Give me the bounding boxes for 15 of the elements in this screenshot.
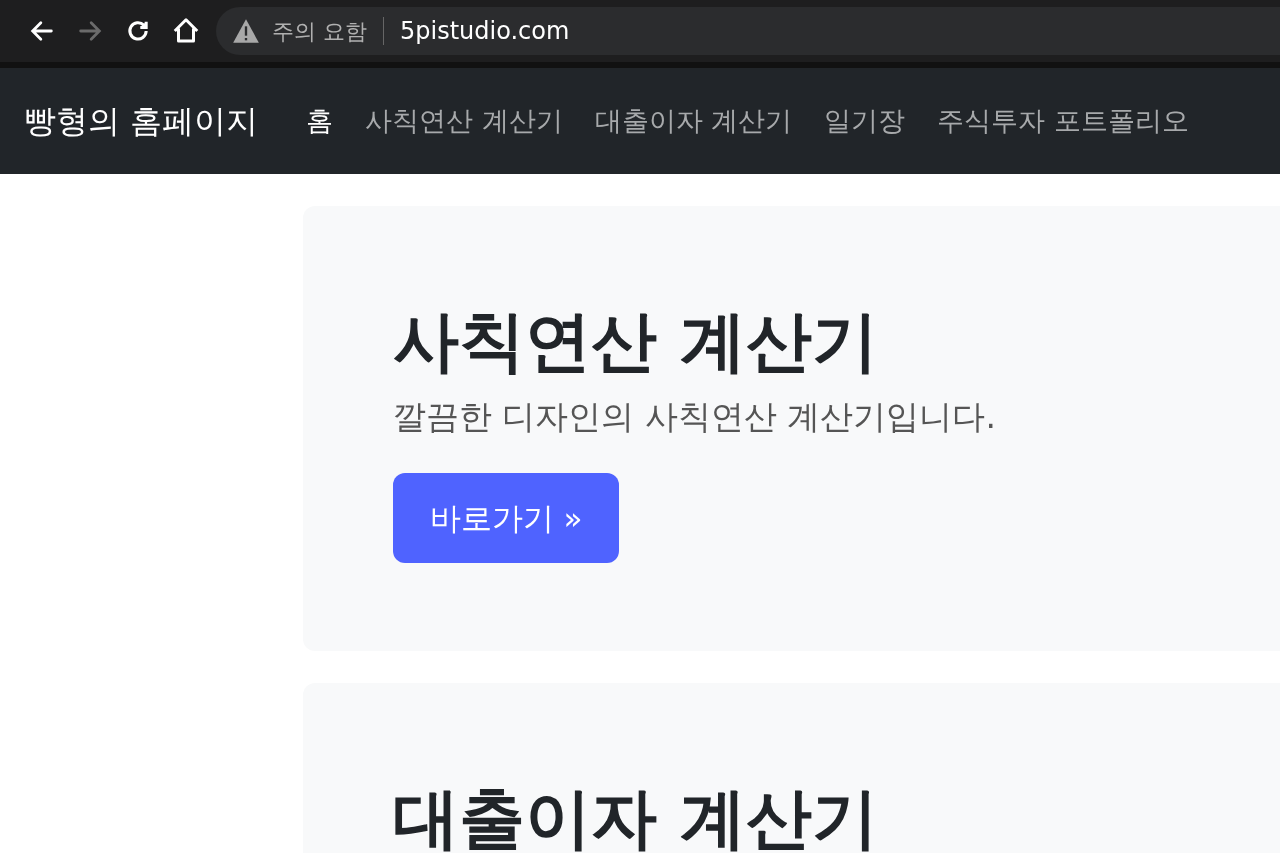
brand-link[interactable]: 빵형의 홈페이지 (24, 97, 259, 145)
nav-link[interactable]: 홈 (306, 100, 334, 142)
warning-icon (232, 18, 260, 44)
nav-link[interactable]: 일기장 (824, 100, 906, 142)
card-description: 깔끔한 디자인의 사칙연산 계산기입니다. (393, 395, 996, 438)
security-label: 주의 요함 (272, 17, 367, 46)
nav-link[interactable]: 사칙연산 계산기 (365, 100, 563, 142)
card-title: 대출이자 계산기 (393, 779, 878, 853)
card-title: 사칙연산 계산기 (393, 302, 878, 382)
url-text: 5pistudio.com (400, 16, 570, 47)
go-button[interactable]: 바로가기 » (393, 473, 619, 563)
nav-link[interactable]: 주식투자 포트폴리오 (937, 100, 1189, 142)
address-bar[interactable]: 주의 요함 5pistudio.com (216, 7, 1280, 55)
home-icon (171, 16, 201, 46)
nav-link[interactable]: 대출이자 계산기 (594, 100, 793, 142)
